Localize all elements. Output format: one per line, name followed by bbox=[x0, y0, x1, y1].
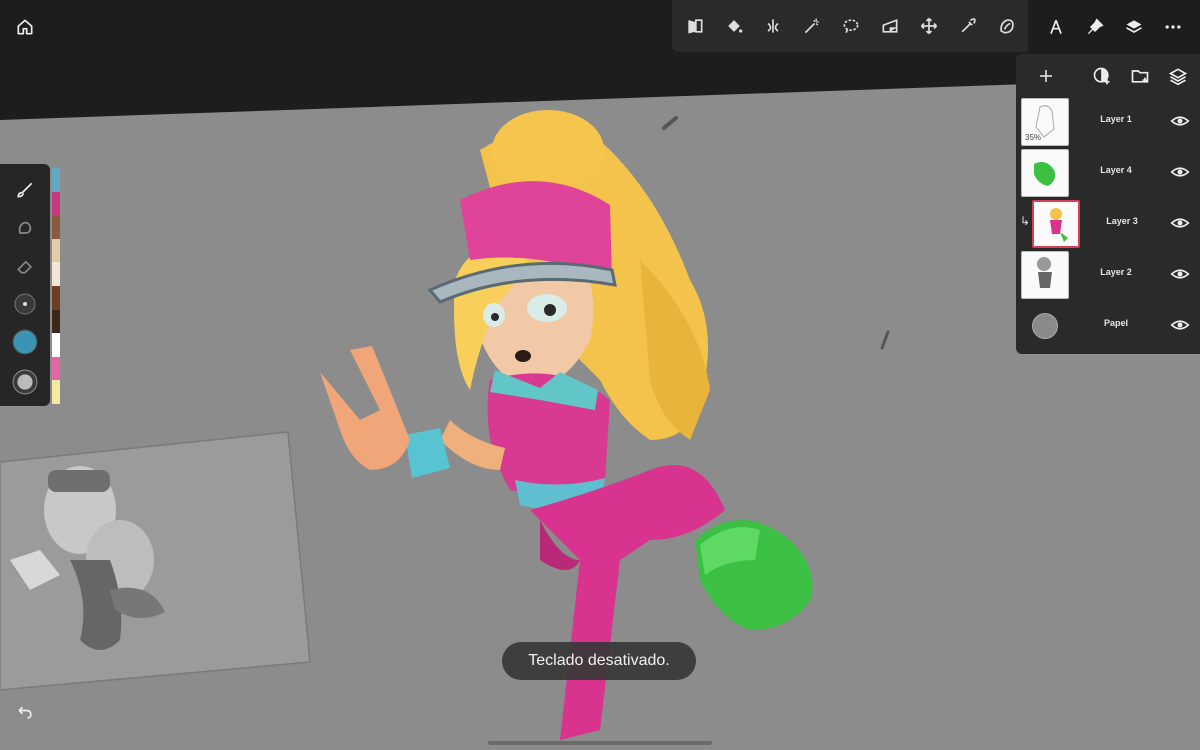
pin-icon[interactable] bbox=[1080, 12, 1110, 42]
color-history-strip[interactable] bbox=[52, 168, 60, 404]
layer-name: Layer 2 bbox=[1100, 267, 1132, 277]
color-history-swatch[interactable] bbox=[52, 215, 60, 239]
color-history-swatch[interactable] bbox=[52, 262, 60, 286]
eyedropper-icon[interactable] bbox=[953, 11, 983, 41]
reference-sketch bbox=[0, 431, 311, 691]
image-adjust-icon[interactable] bbox=[680, 11, 710, 41]
stacked-layers-icon[interactable] bbox=[1166, 64, 1190, 88]
layers-panel: 35% Layer 1 Layer 4 ↳ Layer 3 Layer 2 Pa… bbox=[1016, 54, 1200, 354]
color-history-swatch[interactable] bbox=[52, 380, 60, 404]
layer-opacity: 35% bbox=[1025, 133, 1042, 142]
eye-icon[interactable] bbox=[1170, 111, 1190, 131]
layer-name: Papel bbox=[1103, 318, 1128, 328]
new-folder-icon[interactable] bbox=[1128, 64, 1152, 88]
brush-icon[interactable] bbox=[11, 176, 39, 204]
layer-name: Layer 4 bbox=[1100, 165, 1132, 175]
ruler-compass-icon[interactable] bbox=[1041, 12, 1071, 42]
lasso-icon[interactable] bbox=[836, 11, 866, 41]
new-fill-layer-icon[interactable] bbox=[1090, 64, 1114, 88]
toast-notification: Teclado desativado. bbox=[502, 642, 696, 680]
color-history-swatch[interactable] bbox=[52, 168, 60, 192]
color-history-swatch[interactable] bbox=[52, 238, 60, 263]
home-icon bbox=[17, 19, 33, 35]
paper-layer-row[interactable]: Papel bbox=[1016, 300, 1200, 350]
color-history-swatch[interactable] bbox=[52, 356, 60, 381]
layer-name: Layer 3 bbox=[1106, 216, 1138, 226]
current-color-swatch[interactable] bbox=[11, 328, 39, 356]
left-tool-palette bbox=[0, 164, 50, 406]
layer-thumbnail bbox=[1032, 200, 1080, 248]
brush-size-icon[interactable] bbox=[11, 290, 39, 318]
fill-icon[interactable] bbox=[719, 11, 749, 41]
undo-icon bbox=[18, 706, 32, 719]
tool-bar bbox=[672, 0, 1028, 52]
eraser-icon[interactable] bbox=[11, 252, 39, 280]
color-history-swatch[interactable] bbox=[52, 191, 60, 216]
perspective-icon[interactable] bbox=[875, 11, 905, 41]
eye-icon[interactable] bbox=[1170, 213, 1190, 233]
clipping-mask-icon: ↳ bbox=[1020, 214, 1031, 228]
color-history-swatch[interactable] bbox=[52, 333, 60, 357]
color-history-swatch[interactable] bbox=[52, 285, 60, 310]
paper-color-swatch[interactable] bbox=[1032, 313, 1058, 339]
plus-icon[interactable] bbox=[1034, 64, 1058, 88]
layer-row-3[interactable]: ↳ Layer 3 bbox=[1016, 198, 1200, 248]
layer-name: Layer 1 bbox=[1100, 114, 1132, 124]
brush-opacity-icon[interactable] bbox=[11, 368, 39, 396]
undo-button[interactable] bbox=[10, 698, 40, 728]
layer-thumbnail: 35% bbox=[1021, 98, 1069, 146]
eye-icon[interactable] bbox=[1170, 264, 1190, 284]
home-button[interactable] bbox=[10, 12, 40, 42]
magic-wand-icon[interactable] bbox=[797, 11, 827, 41]
eye-icon[interactable] bbox=[1170, 162, 1190, 182]
smudge-icon[interactable] bbox=[11, 214, 39, 242]
layer-row-2[interactable]: Layer 2 bbox=[1016, 249, 1200, 299]
layer-thumbnail bbox=[1021, 149, 1069, 197]
move-icon[interactable] bbox=[914, 11, 944, 41]
layer-row-1[interactable]: 35% Layer 1 bbox=[1016, 96, 1200, 146]
symmetry-icon[interactable] bbox=[758, 11, 788, 41]
home-indicator[interactable] bbox=[488, 741, 712, 745]
more-icon[interactable] bbox=[1158, 12, 1188, 42]
layers-icon[interactable] bbox=[1119, 12, 1149, 42]
layer-thumbnail bbox=[1021, 251, 1069, 299]
layer-row-4[interactable]: Layer 4 bbox=[1016, 147, 1200, 197]
liquify-icon[interactable] bbox=[992, 11, 1022, 41]
color-history-swatch[interactable] bbox=[52, 309, 60, 334]
eye-icon[interactable] bbox=[1170, 315, 1190, 335]
